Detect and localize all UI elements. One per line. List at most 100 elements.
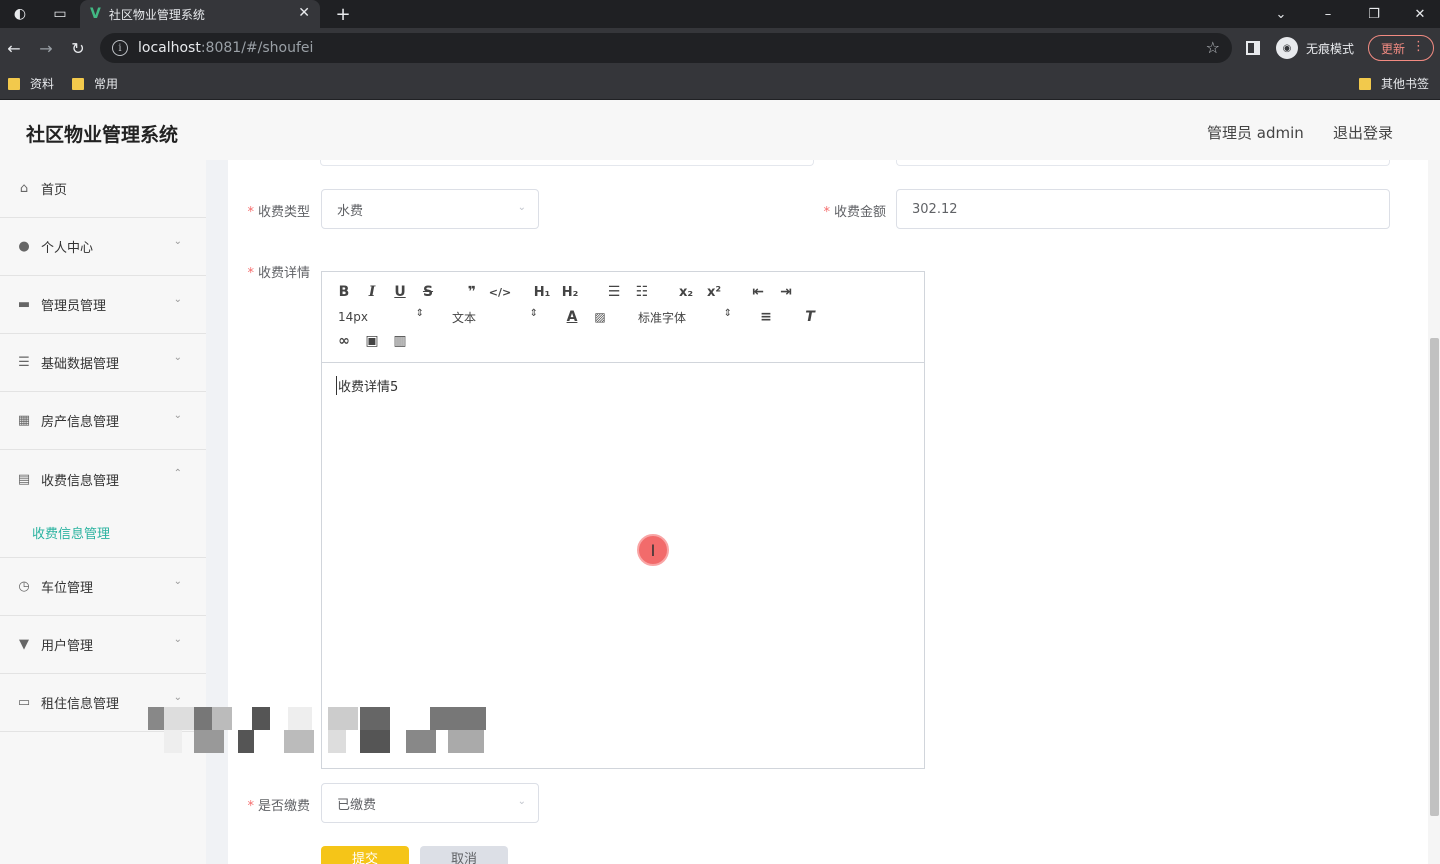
bookmark-folder-2[interactable]: 常用 xyxy=(72,75,118,92)
format-select[interactable]: 文本 ⇕ xyxy=(452,306,538,328)
sidebar-item-parking[interactable]: ◷ 车位管理 ⌄ xyxy=(0,558,206,616)
url-field[interactable]: i localhost:8081/#/shoufei ☆ xyxy=(100,33,1232,63)
italic-icon[interactable]: I xyxy=(360,281,384,303)
bold-icon[interactable]: B xyxy=(332,281,356,303)
forward-button[interactable]: → xyxy=(32,34,60,62)
required-marker: * xyxy=(247,799,254,814)
code-block-icon[interactable]: </> xyxy=(488,281,512,303)
logout-link[interactable]: 退出登录 xyxy=(1333,122,1393,143)
new-tab-button[interactable]: + xyxy=(330,0,356,28)
font-family-value: 标准字体 xyxy=(638,310,687,325)
bullet-list-icon[interactable]: ☷ xyxy=(630,281,654,303)
link-icon[interactable]: ∞ xyxy=(332,330,356,352)
sidebar-item-label: 租住信息管理 xyxy=(41,697,120,712)
paid-value: 已缴费 xyxy=(337,797,377,813)
minimize-button[interactable]: – xyxy=(1305,0,1351,28)
incognito-label: 无痕模式 xyxy=(1306,41,1355,56)
fee-type-label: * 收费类型 xyxy=(240,201,310,220)
sidebar-menu: ⌂ 首页 ● 个人中心 ⌄ ▬ 管理员管理 ⌄ ☰ 基础数据管理 ⌄ ▦ 房产信… xyxy=(0,160,206,864)
clear-format-icon[interactable]: T xyxy=(798,306,822,328)
folder-icon xyxy=(1359,77,1371,90)
scrollbar-thumb[interactable] xyxy=(1430,338,1439,816)
bookmark-label: 资料 xyxy=(30,77,55,91)
chevron-up-icon: ⌃ xyxy=(173,468,182,479)
submenu-item-fees[interactable]: 收费信息管理 xyxy=(0,508,206,558)
sidebar-item-profile[interactable]: ● 个人中心 ⌄ xyxy=(0,218,206,276)
updown-icon: ⇕ xyxy=(723,308,732,319)
sidebar-item-label: 用户管理 xyxy=(41,639,94,654)
other-bookmarks[interactable]: 其他书签 xyxy=(1359,75,1429,92)
background-color-icon[interactable]: ▨ xyxy=(588,306,612,328)
bookmark-star-icon[interactable]: ☆ xyxy=(1206,38,1220,57)
tab-list-chevron-icon[interactable]: ⌄ xyxy=(1258,0,1304,28)
page-scrollbar[interactable] xyxy=(1428,160,1440,864)
monitor-icon: ▭ xyxy=(17,695,31,710)
close-window-button[interactable]: ✕ xyxy=(1397,0,1440,28)
sign-icon: ▼ xyxy=(19,637,29,652)
browser-profile-icon[interactable]: ◐ xyxy=(2,0,38,28)
fee-type-select[interactable]: 水费 ⌄ xyxy=(321,189,539,229)
cancel-button[interactable]: 取消 xyxy=(420,846,508,864)
required-marker: * xyxy=(247,205,254,220)
rich-text-editor[interactable]: B I U S ❞ </> H₁ H₂ ☰ ☷ x₂ x² ⇤ ⇥ 14px ⇕ xyxy=(321,271,925,769)
browser-tab[interactable]: V 社区物业管理系统 ✕ xyxy=(80,0,320,28)
home-icon: ⌂ xyxy=(19,181,29,196)
menu-dots-icon: ⋮ xyxy=(1412,39,1425,54)
sidebar-item-label: 房产信息管理 xyxy=(41,415,120,430)
superscript-icon[interactable]: x² xyxy=(702,281,726,303)
font-size-select[interactable]: 14px ⇕ xyxy=(338,306,424,328)
restore-button[interactable]: ❐ xyxy=(1351,0,1397,28)
ordered-list-icon[interactable]: ☰ xyxy=(602,281,626,303)
bookmarks-bar: 资料 常用 其他书签 xyxy=(0,68,1440,100)
update-button[interactable]: 更新 ⋮ xyxy=(1368,35,1434,61)
heading-2-icon[interactable]: H₂ xyxy=(558,281,582,303)
other-bookmarks-label: 其他书签 xyxy=(1381,77,1430,91)
sidebar-item-label: 车位管理 xyxy=(41,581,94,596)
fee-type-value: 水费 xyxy=(337,203,364,219)
video-icon[interactable]: ▥ xyxy=(388,330,412,352)
tab-search-icon[interactable]: ▭ xyxy=(42,0,78,28)
list-icon: ☰ xyxy=(18,355,30,370)
back-button[interactable]: ← xyxy=(0,34,28,62)
blockquote-icon[interactable]: ❞ xyxy=(460,281,484,303)
subscript-icon[interactable]: x₂ xyxy=(674,281,698,303)
chevron-down-icon: ⌄ xyxy=(173,692,182,703)
incognito-indicator[interactable]: ◉ 无痕模式 xyxy=(1276,37,1354,59)
heading-1-icon[interactable]: H₁ xyxy=(530,281,554,303)
strikethrough-icon[interactable]: S xyxy=(416,281,440,303)
grid-icon: ▦ xyxy=(17,413,31,428)
sidebar-item-label: 基础数据管理 xyxy=(41,357,120,372)
sidebar-item-basedata[interactable]: ☰ 基础数据管理 ⌄ xyxy=(0,334,206,392)
sidebar-item-property[interactable]: ▦ 房产信息管理 ⌄ xyxy=(0,392,206,450)
detail-label: * 收费详情 xyxy=(240,262,310,281)
sidebar-item-label: 个人中心 xyxy=(41,241,94,256)
amount-input[interactable]: 302.12 xyxy=(896,189,1390,229)
updown-icon: ⇕ xyxy=(415,308,424,319)
font-family-select[interactable]: 标准字体 ⇕ xyxy=(638,306,732,328)
site-info-icon[interactable]: i xyxy=(112,40,128,56)
side-panel-icon[interactable] xyxy=(1246,41,1260,55)
app-title: 社区物业管理系统 xyxy=(26,124,179,146)
fee-type-label-text: 收费类型 xyxy=(257,205,310,220)
submit-button[interactable]: 提交 xyxy=(321,846,409,864)
close-tab-icon[interactable]: ✕ xyxy=(298,5,310,21)
amount-label-text: 收费金额 xyxy=(833,205,886,220)
sidebar-item-label: 收费信息管理 xyxy=(41,473,120,489)
editor-content[interactable]: 收费详情5 xyxy=(336,376,398,395)
paid-select[interactable]: 已缴费 ⌄ xyxy=(321,783,539,823)
sidebar-item-fees[interactable]: ▤ 收费信息管理 ⌃ xyxy=(0,450,206,508)
reload-button[interactable]: ↻ xyxy=(64,34,92,62)
text-color-icon[interactable]: A xyxy=(560,306,584,328)
sidebar-item-users[interactable]: ▼ 用户管理 ⌄ xyxy=(0,616,206,674)
updown-icon: ⇕ xyxy=(529,308,538,319)
underline-icon[interactable]: U xyxy=(388,281,412,303)
indent-icon[interactable]: ⇥ xyxy=(774,281,798,303)
sidebar-item-home[interactable]: ⌂ 首页 xyxy=(0,160,206,218)
align-left-icon[interactable]: ≡ xyxy=(754,306,778,328)
image-icon[interactable]: ▣ xyxy=(360,330,384,352)
outdent-icon[interactable]: ⇤ xyxy=(746,281,770,303)
browser-tab-strip: ◐ ▭ V 社区物业管理系统 ✕ + ⌄ – ❐ ✕ xyxy=(0,0,1440,28)
bookmark-folder-1[interactable]: 资料 xyxy=(8,75,54,92)
clock-icon: ◷ xyxy=(18,579,30,594)
sidebar-item-admins[interactable]: ▬ 管理员管理 ⌄ xyxy=(0,276,206,334)
